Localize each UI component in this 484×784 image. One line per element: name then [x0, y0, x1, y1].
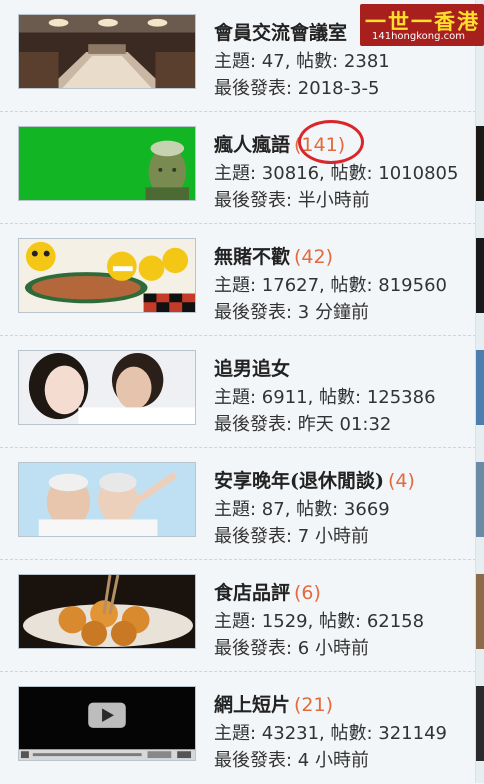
forum-thumbnail[interactable] [18, 350, 196, 425]
forum-last-post: 最後發表: 4 小時前 [214, 750, 369, 771]
forum-title[interactable]: 食店品評 [214, 578, 290, 605]
forum-last-post: 最後發表: 7 小時前 [214, 526, 369, 547]
forum-stats: 主題: 87, 帖數: 3669 [214, 499, 390, 520]
edge-thumbnail [476, 350, 484, 425]
forum-last-post: 最後發表: 2018-3-5 [214, 78, 380, 99]
forum-row[interactable]: 安享晚年(退休閒談) (4) 主題: 87, 帖數: 3669 最後發表: 7 … [0, 448, 476, 560]
forum-new-count: (6) [294, 582, 321, 604]
highlight-circle [298, 120, 364, 164]
watermark-sub: 141hongkong.com [372, 31, 466, 42]
forum-last-post: 最後發表: 半小時前 [214, 190, 370, 211]
edge-thumbnail [476, 574, 484, 649]
forum-row[interactable]: 無賭不歡 (42) 主題: 17627, 帖數: 819560 最後發表: 3 … [0, 224, 476, 336]
edge-thumbnail [476, 126, 484, 201]
forum-thumbnail[interactable] [18, 462, 196, 537]
forum-last-post: 最後發表: 6 小時前 [214, 638, 369, 659]
edge-thumbnail [476, 462, 484, 537]
forum-title[interactable]: 會員交流會議室 [214, 18, 347, 45]
forum-new-count: (42) [294, 246, 334, 268]
forum-title[interactable]: 追男追女 [214, 354, 290, 381]
forum-list: 會員交流會議室 主題: 47, 帖數: 2381 最後發表: 2018-3-5 … [0, 0, 476, 783]
forum-info: 食店品評 (6) 主題: 1529, 帖數: 62158 最後發表: 6 小時前 [214, 578, 424, 662]
forum-info: 追男追女 主題: 6911, 帖數: 125386 最後發表: 昨天 01:32 [214, 354, 436, 438]
forum-row[interactable]: 瘋人瘋語 (141) 主題: 30816, 帖數: 1010805 最後發表: … [0, 112, 476, 224]
forum-info: 網上短片 (21) 主題: 43231, 帖數: 321149 最後發表: 4 … [214, 690, 447, 774]
forum-last-post: 最後發表: 3 分鐘前 [214, 302, 369, 323]
forum-thumbnail[interactable] [18, 238, 196, 313]
forum-info: 安享晚年(退休閒談) (4) 主題: 87, 帖數: 3669 最後發表: 7 … [214, 466, 415, 550]
forum-thumbnail[interactable] [18, 14, 196, 89]
forum-new-count: (4) [387, 470, 415, 492]
forum-title[interactable]: 網上短片 [214, 690, 290, 717]
forum-thumbnail[interactable] [18, 126, 196, 201]
edge-thumbnail [476, 238, 484, 313]
forum-stats: 主題: 6911, 帖數: 125386 [214, 387, 436, 408]
forum-thumbnail[interactable] [18, 574, 196, 649]
forum-row[interactable]: 網上短片 (21) 主題: 43231, 帖數: 321149 最後發表: 4 … [0, 672, 476, 784]
site-watermark-logo: 一世一香港 141hongkong.com [360, 4, 484, 46]
forum-stats: 主題: 17627, 帖數: 819560 [214, 275, 447, 296]
forum-last-post: 最後發表: 昨天 01:32 [214, 414, 392, 435]
forum-title[interactable]: 瘋人瘋語 [214, 130, 290, 157]
forum-title[interactable]: 安享晚年(退休閒談) [214, 466, 384, 493]
forum-new-count: (21) [294, 694, 334, 716]
forum-stats: 主題: 43231, 帖數: 321149 [214, 723, 447, 744]
forum-stats: 主題: 1529, 帖數: 62158 [214, 611, 425, 632]
forum-title[interactable]: 無賭不歡 [214, 242, 290, 269]
forum-row[interactable]: 食店品評 (6) 主題: 1529, 帖數: 62158 最後發表: 6 小時前 [0, 560, 476, 672]
forum-row[interactable]: 追男追女 主題: 6911, 帖數: 125386 最後發表: 昨天 01:32 [0, 336, 476, 448]
forum-stats: 主題: 47, 帖數: 2381 [214, 51, 390, 72]
forum-thumbnail[interactable] [18, 686, 196, 761]
edge-thumbnail [476, 686, 484, 761]
forum-stats: 主題: 30816, 帖數: 1010805 [214, 163, 459, 184]
forum-info: 無賭不歡 (42) 主題: 17627, 帖數: 819560 最後發表: 3 … [214, 242, 447, 326]
